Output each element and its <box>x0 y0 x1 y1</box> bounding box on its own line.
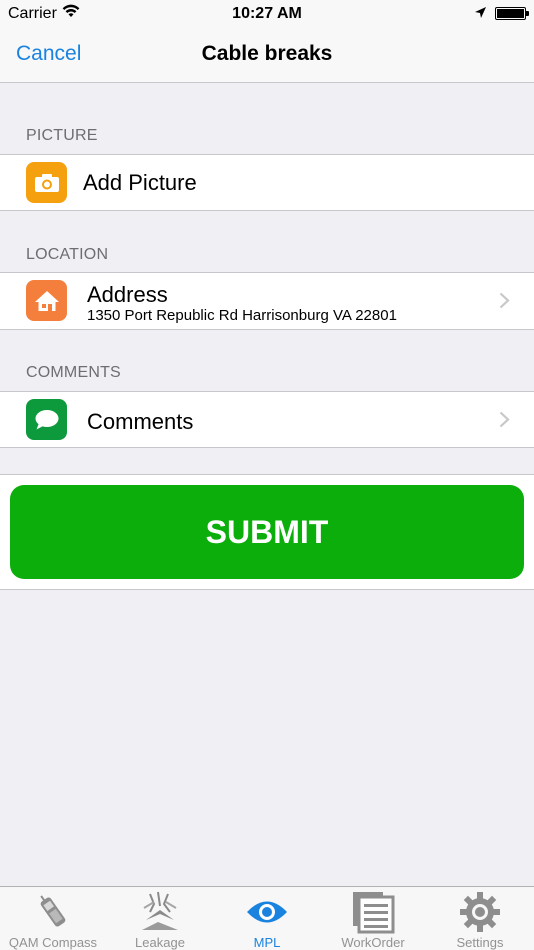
tab-settings[interactable]: Settings <box>427 887 533 950</box>
tab-workorder[interactable]: WorkOrder <box>320 887 426 950</box>
house-icon <box>26 280 67 321</box>
status-time: 10:27 AM <box>232 5 302 22</box>
comments-label: Comments <box>87 409 194 434</box>
section-header-location: LOCATION <box>26 246 109 263</box>
address-value: 1350 Port Republic Rd Harrisonburg VA 22… <box>87 307 397 324</box>
location-arrow-icon <box>474 6 487 24</box>
tab-label: WorkOrder <box>341 935 405 950</box>
chevron-right-icon <box>499 292 510 314</box>
section-header-picture: PICTURE <box>26 127 98 144</box>
tab-mpl[interactable]: MPL <box>214 887 320 950</box>
tab-qam-compass[interactable]: QAM Compass <box>0 887 106 950</box>
tab-label: Leakage <box>135 935 185 950</box>
tab-label: QAM Compass <box>8 935 98 950</box>
gear-icon <box>427 890 533 934</box>
submit-container: SUBMIT <box>0 474 534 590</box>
phone-icon <box>0 890 106 934</box>
speech-bubble-icon <box>26 399 67 440</box>
page-title: Cable breaks <box>201 42 333 65</box>
submit-button[interactable]: SUBMIT <box>10 485 524 579</box>
tab-label: Settings <box>456 935 504 950</box>
add-picture-label: Add Picture <box>83 170 197 195</box>
chevron-right-icon <box>499 411 510 433</box>
leakage-icon <box>107 890 213 934</box>
comments-row[interactable]: Comments <box>0 391 534 448</box>
battery-icon <box>495 7 529 20</box>
status-bar: Carrier 10:27 AM <box>0 0 534 28</box>
address-label: Address <box>87 282 168 307</box>
workorder-icon <box>320 890 426 934</box>
camera-icon <box>26 162 67 203</box>
address-row[interactable]: Address 1350 Port Republic Rd Harrisonbu… <box>0 272 534 330</box>
tab-leakage[interactable]: Leakage <box>107 887 213 950</box>
tab-label: MPL <box>253 935 281 950</box>
tab-bar: QAM Compass Leakage MPL WorkOrder Settin… <box>0 886 534 950</box>
top-bar: Carrier 10:27 AM Cancel Cable breaks <box>0 0 534 83</box>
add-picture-row[interactable]: Add Picture <box>0 154 534 211</box>
section-header-comments: COMMENTS <box>26 364 121 381</box>
eye-icon <box>214 890 320 934</box>
